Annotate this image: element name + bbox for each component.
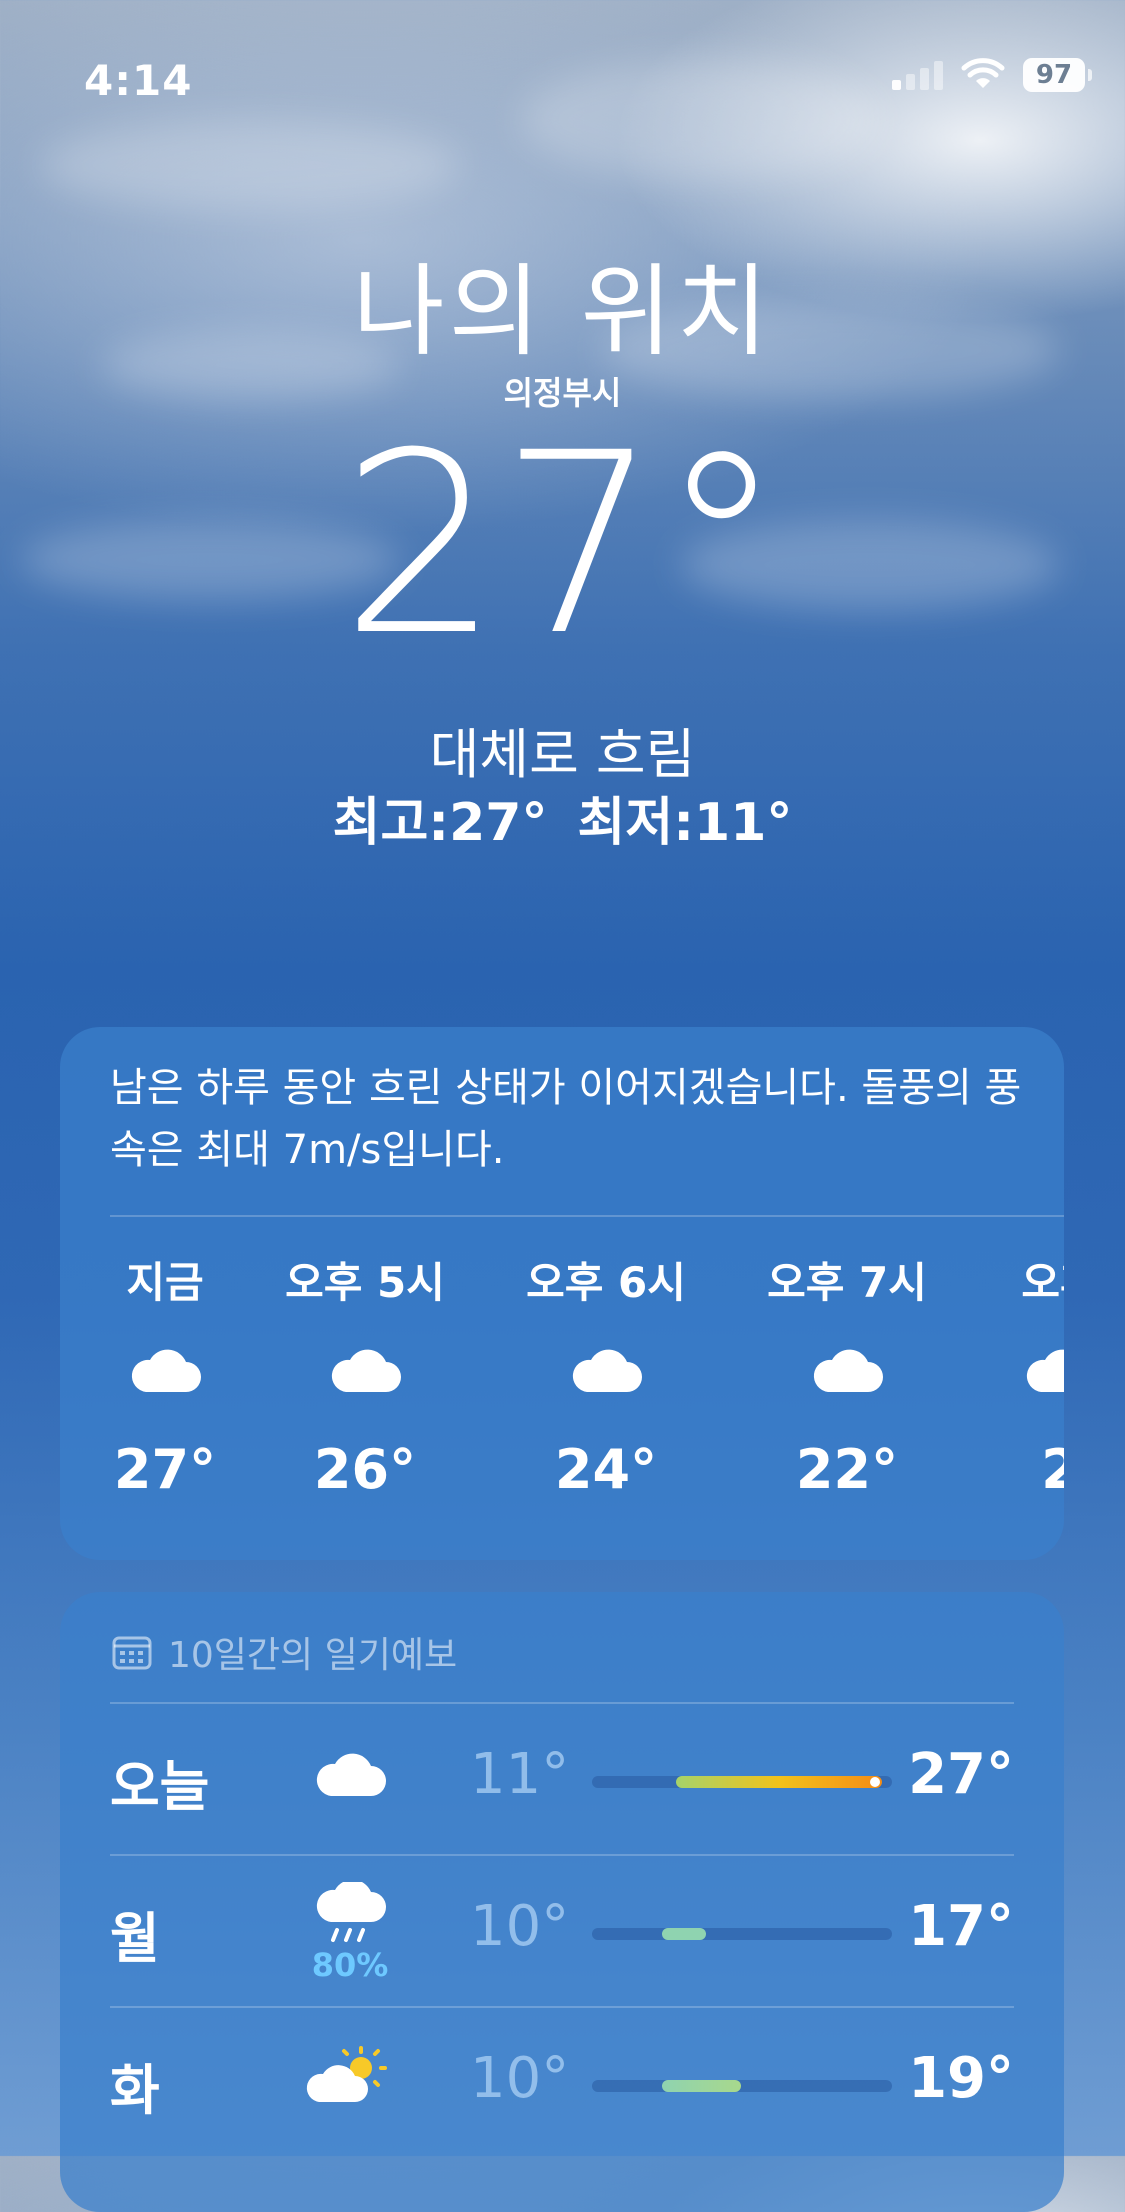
day-low-temperature: 10° (470, 2046, 570, 2111)
weather-summary: 남은 하루 동안 흐린 상태가 이어지겠습니다. 돌풍의 풍속은 최대 7m/s… (110, 1065, 1022, 1173)
calendar-icon (112, 1636, 152, 1670)
cellular-signal-icon (892, 60, 943, 90)
cloud-icon (506, 1344, 706, 1404)
hour-temperature: 27° (113, 1438, 217, 1501)
day-name: 월 (110, 1907, 160, 1970)
cloud-sun-icon (300, 2034, 400, 2112)
hourly-forecast-card[interactable]: 남은 하루 동안 흐린 상태가 이어지겠습니다. 돌풍의 풍속은 최대 7m/s… (60, 1027, 1064, 1560)
hour-label: 오후 5시 (285, 1258, 445, 1307)
hour-label: 오후 (1021, 1258, 1064, 1307)
precipitation-chance: 80% (311, 1946, 389, 1984)
cloud-rain-icon: 80% (300, 1879, 400, 1984)
hourly-item[interactable]: 오후 2 (960, 1249, 1064, 1501)
temperature-range-fill (662, 2080, 741, 2092)
day-low-temperature: 10° (470, 1894, 570, 1959)
divider (110, 1215, 1064, 1217)
day-low-temperature: 11° (470, 1742, 570, 1807)
hourly-item[interactable]: 지금 27° (65, 1249, 265, 1501)
hour-label: 오후 6시 (526, 1258, 686, 1307)
day-high-temperature: 19° (908, 2046, 1014, 2111)
temperature-range-bar (592, 1928, 892, 1940)
current-temperature-dot (870, 1777, 880, 1787)
status-icons: 97 (892, 58, 1092, 92)
location-title: 나의 위치 (352, 253, 773, 370)
day-high-temperature: 17° (908, 1894, 1014, 1959)
condition-text: 대체로 흐림 (429, 723, 696, 786)
temperature-range-fill (662, 1928, 706, 1940)
cloud-icon (747, 1344, 947, 1404)
day-row[interactable]: 오늘 11° 27° (110, 1704, 1014, 1854)
status-time: 4:14 (84, 56, 193, 105)
temperature-range-fill (675, 1776, 882, 1788)
hour-label: 지금 (126, 1258, 204, 1307)
day-name: 오늘 (110, 1755, 210, 1818)
ten-day-forecast-card[interactable]: 10일간의 일기예보 오늘 11° 27° 월 80% 10° 17° 화 10… (60, 1592, 1064, 2212)
day-high-temperature: 27° (908, 1742, 1014, 1807)
cloud-icon (300, 1730, 400, 1802)
cloud-icon (960, 1344, 1064, 1404)
current-temperature: 27° (340, 399, 785, 690)
battery-icon: 97 (1023, 58, 1092, 92)
temperature-range-bar (592, 1776, 892, 1788)
hour-temperature: 26° (313, 1438, 417, 1501)
wifi-icon (961, 58, 1005, 88)
daily-header: 10일간의 일기예보 (112, 1626, 457, 1678)
cloud-icon (265, 1344, 465, 1404)
hour-label: 오후 7시 (767, 1258, 927, 1307)
temperature-range-bar (592, 2080, 892, 2092)
hourly-item[interactable]: 오후 6시 24° (506, 1249, 706, 1501)
hour-temperature: 24° (554, 1438, 658, 1501)
hour-temperature: 2 (1041, 1438, 1064, 1501)
hourly-item[interactable]: 오후 5시 26° (265, 1249, 465, 1501)
hour-temperature: 22° (795, 1438, 899, 1501)
day-row[interactable]: 화 10° 19° (110, 2008, 1014, 2158)
cloud-icon (65, 1344, 265, 1404)
high-low-temperature: 최고:27° 최저:11° (332, 793, 793, 853)
day-row[interactable]: 월 80% 10° 17° (110, 1856, 1014, 2006)
day-name: 화 (110, 2059, 160, 2122)
daily-header-label: 10일간의 일기예보 (168, 1635, 458, 1676)
hourly-item[interactable]: 오후 7시 22° (747, 1249, 947, 1501)
